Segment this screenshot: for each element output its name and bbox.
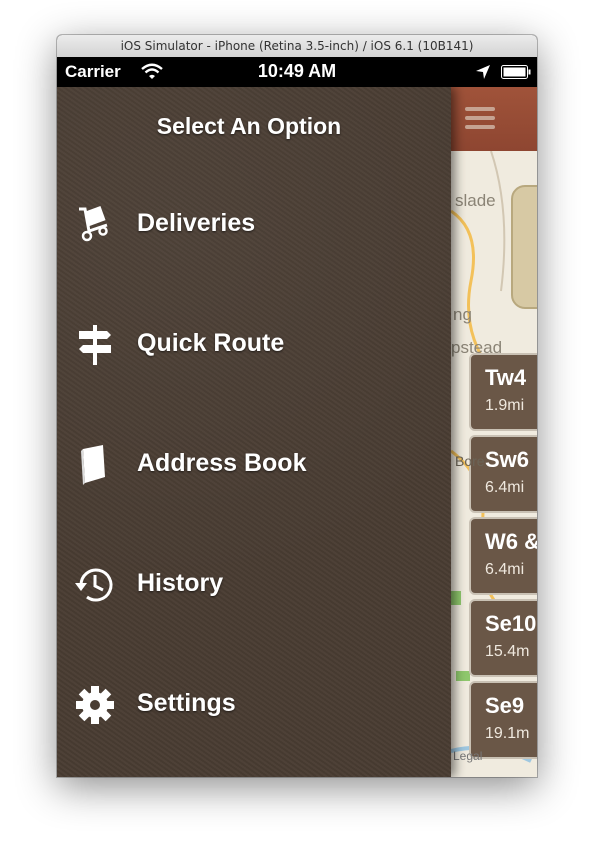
delivery-card[interactable]: W6 & 6.4mi — [469, 517, 537, 595]
map-label: slade — [455, 191, 496, 210]
signpost-icon — [79, 325, 111, 365]
card-title: Sw6 — [485, 447, 530, 472]
simulator-window: iOS Simulator - iPhone (Retina 3.5-inch)… — [57, 35, 537, 777]
card-title: Se9 — [485, 693, 525, 718]
map-view[interactable]: slade ng pstead Tw4 1.9mi Sw6 6.4mi W6 &… — [451, 87, 537, 777]
card-distance: 6.4mi — [485, 561, 525, 578]
card-distance: 15.4m — [485, 643, 530, 660]
history-clock-icon — [75, 568, 113, 602]
menu-item-settings[interactable]: Settings — [57, 673, 451, 733]
menu-icon[interactable] — [465, 107, 495, 131]
delivery-card[interactable]: Sw6 6.4mi — [469, 435, 537, 513]
card-distance: 19.1m — [485, 725, 530, 742]
map-label: ng — [453, 305, 472, 324]
menu-label: History — [137, 569, 224, 597]
location-arrow-icon — [476, 65, 490, 79]
menu-label: Deliveries — [137, 209, 256, 237]
delivery-card[interactable]: Se9 19.1m — [469, 681, 537, 759]
menu-item-history[interactable]: History — [57, 553, 451, 613]
clock-time: 10:49 AM — [257, 61, 337, 81]
drawer-title: Select An Option — [156, 113, 342, 139]
side-menu-drawer: Select An Option Deliveries Quick Route … — [57, 87, 451, 777]
delivery-card[interactable]: Tw4 1.9mi — [469, 353, 537, 431]
card-title: Se10 — [485, 611, 537, 636]
card-title: W6 & — [485, 529, 537, 554]
card-distance: 6.4mi — [485, 479, 525, 496]
menu-item-quick-route[interactable]: Quick Route — [57, 313, 451, 373]
window-title: iOS Simulator - iPhone (Retina 3.5-inch)… — [57, 35, 537, 58]
menu-item-address-book[interactable]: Address Book — [57, 433, 451, 493]
delivery-card[interactable]: Se10 15.4m — [469, 599, 537, 677]
status-bar: Carrier 10:49 AM — [57, 57, 537, 87]
menu-label: Quick Route — [137, 329, 285, 357]
battery-icon — [501, 65, 531, 79]
nav-bar — [451, 87, 537, 151]
search-panel[interactable] — [511, 185, 537, 309]
card-title: Tw4 — [485, 365, 527, 390]
map-label: Bore — [455, 453, 485, 469]
menu-label: Address Book — [137, 449, 307, 477]
menu-item-deliveries[interactable]: Deliveries — [57, 193, 451, 253]
legal-link[interactable]: Legal — [453, 749, 482, 763]
menu-label: Settings — [137, 689, 236, 717]
card-distance: 1.9mi — [485, 397, 525, 414]
gear-icon — [76, 686, 114, 724]
book-icon — [81, 445, 105, 485]
hand-truck-icon — [79, 206, 108, 242]
